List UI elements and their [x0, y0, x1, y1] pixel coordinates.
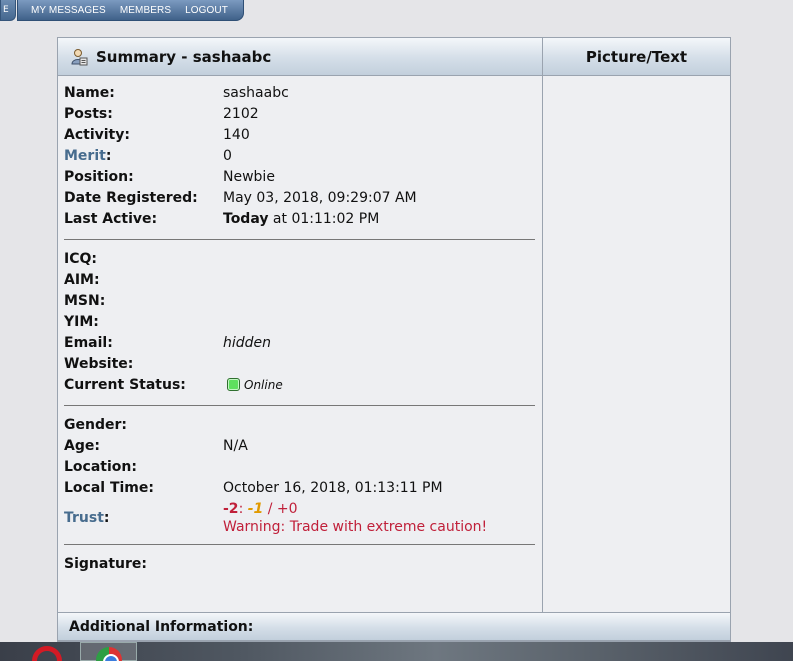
yim-label: YIM:	[64, 313, 99, 330]
trust-label: Trust:	[64, 510, 110, 526]
trust-score-positive[interactable]: +0	[277, 501, 298, 517]
row-msn: MSN:	[64, 290, 542, 311]
merit-label: Merit:	[64, 147, 112, 164]
additional-info-header: Additional Information:	[58, 612, 730, 641]
picture-header: Picture/Text	[543, 38, 730, 76]
activity-label: Activity:	[64, 126, 130, 143]
picture-title: Picture/Text	[585, 47, 688, 66]
profile-table: Summary - sashaabc Name: sashaabc Posts:…	[57, 37, 731, 642]
divider	[64, 544, 535, 545]
tab-members[interactable]: MEMBERS	[120, 5, 171, 16]
aim-label: AIM:	[64, 271, 100, 288]
divider	[64, 239, 535, 240]
row-name: Name: sashaabc	[64, 82, 542, 103]
trust-value: -2: -1 / +0 Warning: Trade with extreme …	[223, 500, 542, 536]
chrome-icon	[96, 647, 122, 661]
taskbar	[0, 642, 793, 661]
row-icq: ICQ:	[64, 248, 542, 269]
merit-value: 0	[223, 147, 232, 164]
row-local-time: Local Time: October 16, 2018, 01:13:11 P…	[64, 477, 542, 498]
trust-warning: Warning: Trade with extreme caution!	[223, 519, 488, 535]
email-value: hidden	[223, 334, 272, 351]
trust-link[interactable]: Trust	[64, 510, 104, 526]
row-location: Location:	[64, 456, 542, 477]
merit-link[interactable]: Merit	[64, 148, 106, 164]
tab-my-messages[interactable]: MY MESSAGES	[31, 5, 106, 16]
additional-info-title: Additional Information:	[69, 618, 254, 635]
age-label: Age:	[64, 437, 100, 454]
trust-score-negative[interactable]: -2	[223, 501, 239, 517]
name-value: sashaabc	[223, 84, 289, 101]
row-date-registered: Date Registered: May 03, 2018, 09:29:07 …	[64, 187, 542, 208]
last-active-value: Today at 01:11:02 PM	[223, 211, 542, 227]
gender-label: Gender:	[64, 416, 127, 433]
divider	[64, 405, 535, 406]
summary-header: Summary - sashaabc	[58, 38, 542, 76]
age-value: N/A	[223, 437, 248, 454]
row-activity: Activity: 140	[64, 124, 542, 145]
online-icon	[227, 378, 240, 391]
row-posts: Posts: 2102	[64, 103, 542, 124]
posts-label: Posts:	[64, 105, 113, 122]
row-position: Position: Newbie	[64, 166, 542, 187]
row-current-status: Current Status: Online	[64, 374, 542, 395]
last-active-day: Today	[223, 210, 269, 227]
signature-label: Signature:	[64, 555, 147, 572]
summary-details: Name: sashaabc Posts: 2102 Activity: 140…	[58, 76, 542, 574]
trust-score-recent[interactable]: -1	[248, 501, 264, 517]
email-label: Email:	[64, 334, 113, 351]
nav-tab-partial[interactable]: E	[0, 0, 16, 21]
date-registered-value: May 03, 2018, 09:29:07 AM	[223, 189, 417, 206]
summary-panel: Summary - sashaabc Name: sashaabc Posts:…	[58, 38, 543, 612]
trust-score: -2: -1 / +0	[223, 501, 298, 517]
position-label: Position:	[64, 168, 134, 185]
local-time-value: October 16, 2018, 01:13:11 PM	[223, 479, 443, 496]
name-label: Name:	[64, 84, 115, 101]
top-navigation: E MY MESSAGES MEMBERS LOGOUT	[0, 0, 244, 22]
user-icon	[70, 48, 88, 66]
row-gender: Gender:	[64, 414, 542, 435]
msn-label: MSN:	[64, 292, 106, 309]
current-status-label: Current Status:	[64, 376, 186, 393]
chrome-taskbar-button[interactable]	[80, 642, 137, 661]
row-aim: AIM:	[64, 269, 542, 290]
online-status-text: Online	[244, 377, 283, 392]
opera-icon[interactable]	[32, 646, 62, 661]
website-label: Website:	[64, 355, 134, 372]
last-active-time: at 01:11:02 PM	[268, 210, 380, 227]
tab-logout[interactable]: LOGOUT	[185, 5, 228, 16]
date-registered-label: Date Registered:	[64, 189, 198, 206]
online-status: Online	[223, 378, 542, 392]
row-website: Website:	[64, 353, 542, 374]
row-signature: Signature:	[64, 553, 542, 574]
summary-title: Summary - sashaabc	[96, 47, 272, 66]
location-label: Location:	[64, 458, 137, 475]
nav-tabs: MY MESSAGES MEMBERS LOGOUT	[17, 0, 244, 21]
activity-value: 140	[223, 126, 250, 143]
row-yim: YIM:	[64, 311, 542, 332]
row-email: Email: hidden	[64, 332, 542, 353]
row-merit: Merit: 0	[64, 145, 542, 166]
row-trust: Trust: -2: -1 / +0 Warning: Trade with e…	[64, 498, 542, 538]
row-age: Age: N/A	[64, 435, 542, 456]
icq-label: ICQ:	[64, 250, 97, 267]
posts-value: 2102	[223, 105, 259, 122]
picture-panel: Picture/Text	[543, 38, 730, 612]
local-time-label: Local Time:	[64, 479, 154, 496]
position-value: Newbie	[223, 168, 275, 185]
last-active-label: Last Active:	[64, 210, 158, 227]
row-last-active: Last Active: Today at 01:11:02 PM	[64, 208, 542, 229]
